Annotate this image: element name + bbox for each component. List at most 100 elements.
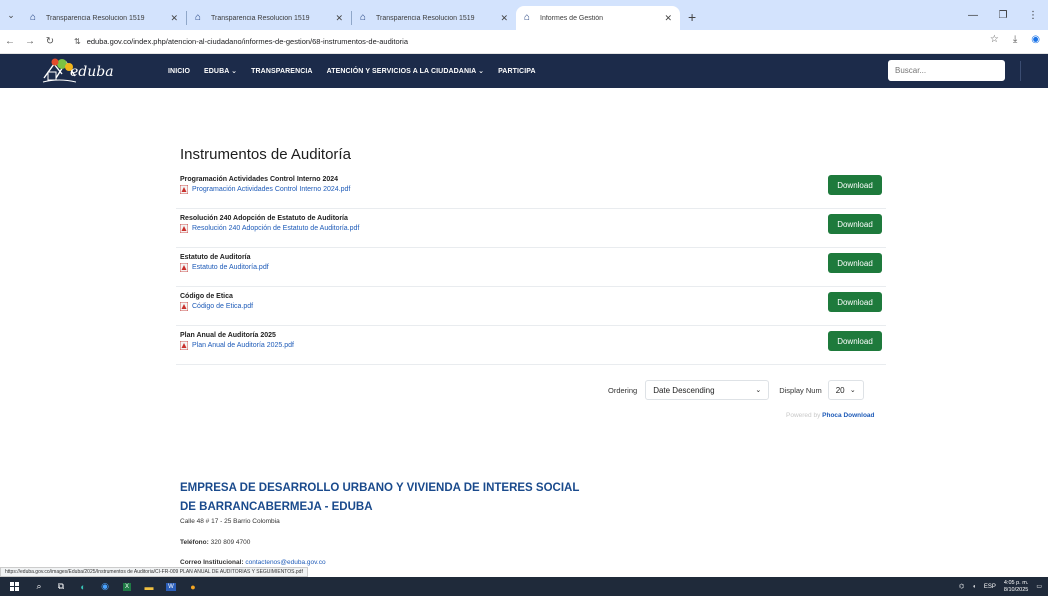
file-explorer-icon[interactable]: ▬ (138, 577, 160, 596)
email-link[interactable]: contactenos@eduba.gov.co (245, 559, 325, 566)
file-row: Plan Anual de Auditoría 2025 Plan Anual … (176, 326, 886, 365)
minimize-icon[interactable]: — (958, 0, 988, 30)
search-icon[interactable]: ⌕ (28, 577, 50, 596)
site-navbar: eduba INICIO EDUBA ⌄ TRANSPARENCIA ATENC… (0, 54, 1048, 88)
new-tab-button[interactable]: + (688, 9, 696, 25)
excel-icon[interactable]: X (116, 577, 138, 596)
network-icon[interactable]: ⌬ (959, 583, 964, 590)
word-icon[interactable]: W (160, 577, 182, 596)
footer-phone: Teléfono: 320 809 4700 (180, 539, 250, 546)
browser-tab-bar: ⌄ ⌂ Transparencia Resolucion 1519 ✕ ⌂ Tr… (0, 0, 1048, 30)
nav-item-transparencia[interactable]: TRANSPARENCIA (251, 68, 312, 75)
footer-title-line1: EMPRESA DE DESARROLLO URBANO Y VIVIENDA … (180, 482, 580, 494)
download-button[interactable]: Download (828, 214, 882, 234)
file-link-text[interactable]: Plan Anual de Auditoría 2025.pdf (192, 342, 294, 349)
close-tab-icon[interactable]: ✕ (170, 13, 178, 24)
tab-search-icon[interactable]: ⌄ (0, 0, 22, 30)
browser-tab[interactable]: ⌂ Transparencia Resolucion 1519 ✕ (22, 6, 186, 30)
home-icon: ⌂ (360, 12, 367, 23)
nav-item-eduba[interactable]: EDUBA ⌄ (204, 67, 237, 75)
download-button[interactable]: Download (828, 292, 882, 312)
profile-icon[interactable]: ◉ (1031, 34, 1040, 45)
browser-tab-active[interactable]: ⌂ Informes de Gestión ✕ (516, 6, 680, 30)
download-button[interactable]: Download (828, 175, 882, 195)
restore-icon[interactable]: ❐ (988, 0, 1018, 30)
toolbar-actions: ☆ ⤓ ◉ (990, 34, 1040, 45)
tab-title: Transparencia Resolucion 1519 (376, 14, 475, 22)
browser-tab[interactable]: ⌂ Transparencia Resolucion 1519 ✕ (352, 6, 516, 30)
display-num-label: Display Num (779, 385, 822, 395)
file-row: Programación Actividades Control Interno… (176, 170, 886, 209)
window-controls: — ❐ ⋮ (958, 0, 1048, 30)
file-list: Programación Actividades Control Interno… (176, 170, 886, 365)
task-view-icon[interactable]: ⧉ (50, 577, 72, 596)
file-link[interactable]: Programación Actividades Control Interno… (180, 185, 886, 194)
download-button[interactable]: Download (828, 331, 882, 351)
forward-icon[interactable]: → (20, 36, 40, 47)
file-link[interactable]: Resolución 240 Adopción de Estatuto de A… (180, 224, 886, 233)
page-title: Instrumentos de Auditoría (180, 146, 351, 163)
search-input[interactable] (888, 60, 1005, 81)
status-bar-url: https://eduba.gov.co/images/Eduba/2025/I… (0, 567, 308, 577)
close-tab-icon[interactable]: ✕ (664, 13, 672, 24)
pdf-icon (180, 302, 188, 311)
display-num-select[interactable]: 20 ⌄ (827, 380, 864, 400)
email-label: Correo Institucional: (180, 559, 244, 566)
taskbar: ⌕ ⧉ ◐ ◉ X ▬ W ● ⌬ ◖ ESP 4:05 p. m. 8/10/… (0, 577, 1048, 596)
file-title: Estatuto de Auditoría (180, 254, 251, 261)
file-link-text[interactable]: Resolución 240 Adopción de Estatuto de A… (192, 225, 359, 232)
file-link-text[interactable]: Código de Etica.pdf (192, 303, 253, 310)
nav-item-inicio[interactable]: INICIO (168, 68, 190, 75)
clock-time: 4:05 p. m. (1003, 579, 1029, 586)
pdf-icon (180, 263, 188, 272)
download-icon[interactable]: ⤓ (1013, 34, 1017, 45)
phone-value: 320 809 4700 (210, 539, 251, 546)
file-link[interactable]: Plan Anual de Auditoría 2025.pdf (180, 341, 886, 350)
phoca-download-link[interactable]: Phoca Download (822, 412, 874, 419)
volume-icon[interactable]: ◖ (972, 584, 976, 590)
browser-tab[interactable]: ⌂ Transparencia Resolucion 1519 ✕ (187, 6, 351, 30)
file-link[interactable]: Estatuto de Auditoría.pdf (180, 263, 886, 272)
language-indicator[interactable]: ESP (984, 584, 996, 590)
home-icon: ⌂ (195, 12, 202, 23)
file-link[interactable]: Código de Etica.pdf (180, 302, 886, 311)
file-title: Código de Etica (180, 293, 233, 300)
footer-address: Calle 48 # 17 - 25 Barrio Colombia (180, 518, 280, 525)
close-tab-icon[interactable]: ✕ (335, 13, 343, 24)
edge-icon[interactable]: ◐ (72, 577, 94, 596)
clock[interactable]: 4:05 p. m. 8/10/2025 (1004, 580, 1028, 594)
main-menu: INICIO EDUBA ⌄ TRANSPARENCIA ATENCIÓN Y … (168, 54, 536, 88)
powered-by: Powered by Phoca Download (786, 412, 875, 419)
reload-icon[interactable]: ↻ (40, 36, 60, 47)
url-text: eduba.gov.co/index.php/atencion-al-ciuda… (86, 37, 409, 46)
notification-icon[interactable]: ▭ (1036, 583, 1042, 590)
file-title: Resolución 240 Adopción de Estatuto de A… (180, 215, 348, 222)
home-icon: ⌂ (524, 12, 531, 23)
app-icon[interactable]: ● (182, 577, 204, 596)
download-button[interactable]: Download (828, 253, 882, 273)
pdf-icon (180, 185, 188, 194)
footer-email: Correo Institucional: contactenos@eduba.… (180, 559, 326, 566)
tab-title: Transparencia Resolucion 1519 (211, 14, 310, 22)
site-info-icon[interactable]: ⇅ (74, 37, 81, 46)
tab-title: Transparencia Resolucion 1519 (46, 14, 145, 22)
file-link-text[interactable]: Estatuto de Auditoría.pdf (192, 264, 269, 271)
eduba-logo[interactable]: eduba (42, 56, 142, 86)
windows-start-icon[interactable] (0, 577, 28, 596)
nav-item-atencion[interactable]: ATENCIÓN Y SERVICIOS A LA CIUDADANIA ⌄ (327, 67, 484, 75)
chevron-down-icon: ⌄ (755, 387, 762, 394)
file-row: Estatuto de Auditoría Estatuto de Audito… (176, 248, 886, 287)
chevron-down-icon: ⌄ (849, 387, 856, 394)
ordering-select[interactable]: Date Descending ⌄ (645, 380, 770, 400)
powered-by-prefix: Powered by (786, 412, 821, 419)
close-tab-icon[interactable]: ✕ (500, 13, 508, 24)
logo-wordmark: eduba (70, 64, 114, 80)
chrome-icon[interactable]: ◉ (94, 577, 116, 596)
url-field[interactable]: ⇅ eduba.gov.co/index.php/atencion-al-ciu… (66, 32, 986, 52)
nav-item-participa[interactable]: PARTICIPA (498, 68, 536, 75)
ordering-value: Date Descending (653, 385, 715, 395)
close-window-icon[interactable]: ⋮ (1018, 0, 1048, 30)
back-icon[interactable]: ← (0, 36, 20, 47)
bookmark-star-icon[interactable]: ☆ (990, 34, 999, 45)
file-link-text[interactable]: Programación Actividades Control Interno… (192, 186, 350, 193)
